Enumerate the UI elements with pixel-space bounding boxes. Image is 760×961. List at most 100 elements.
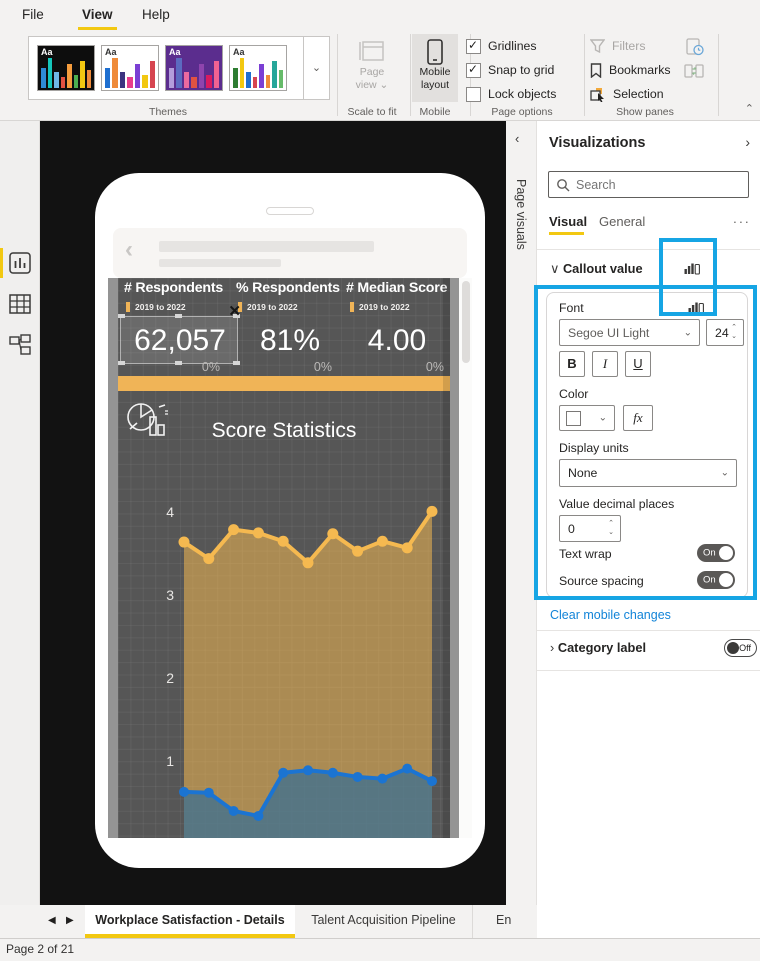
snap-to-grid-checkbox-row[interactable]: ✓ Snap to grid <box>466 61 578 79</box>
view-sidebar <box>0 121 40 905</box>
report-canvas: ‹ # Respondents % Respondents # Median S… <box>40 121 506 905</box>
report-view-icon[interactable] <box>9 252 31 274</box>
page-visuals-label: Page visuals <box>514 179 528 250</box>
performance-analyzer-icon <box>686 38 704 56</box>
font-label: Font <box>559 301 584 315</box>
color-dropdown[interactable]: ⌄ <box>559 405 615 431</box>
page-view-button[interactable]: Page view ⌄ <box>340 34 404 102</box>
clear-mobile-changes-link[interactable]: Clear mobile changes <box>550 608 671 622</box>
menu-help[interactable]: Help <box>138 0 174 30</box>
text-wrap-toggle[interactable]: On <box>697 544 735 562</box>
font-size-stepper[interactable]: 24 ⌃⌄ <box>706 319 744 346</box>
text-wrap-label: Text wrap <box>559 547 612 561</box>
ribbon-collapse-chevron-icon[interactable]: ⌃ <box>745 102 754 115</box>
selection-pane-button[interactable]: Selection <box>590 85 664 103</box>
page-options-group-label: Page options <box>466 106 578 118</box>
next-page-arrow-icon[interactable]: ▶ <box>66 915 74 926</box>
theme-thumbnail[interactable]: Aa <box>165 45 223 91</box>
search-box[interactable] <box>548 171 749 198</box>
page-tab[interactable]: En <box>473 905 537 938</box>
chevron-down-icon: ∨ <box>550 261 559 276</box>
mobile-format-icon <box>688 299 704 315</box>
menu-file[interactable]: File <box>18 0 48 30</box>
more-options-icon[interactable]: · · · <box>733 214 748 229</box>
search-input[interactable] <box>576 173 744 196</box>
phone-header-skeleton: ‹ <box>113 228 467 278</box>
lock-objects-checkbox-row[interactable]: ✓ Lock objects <box>466 85 578 103</box>
themes-gallery[interactable]: AaAaAaAa ⌄ <box>28 36 330 100</box>
sync-slicers-icon <box>684 62 704 80</box>
model-view-icon[interactable] <box>9 334 31 356</box>
underline-button[interactable]: U <box>625 351 651 377</box>
gridlines-checkbox-row[interactable]: ✓ Gridlines <box>466 37 578 55</box>
theme-thumbnail[interactable]: Aa <box>37 45 95 91</box>
category-label-section-header[interactable]: › Category label <box>550 640 646 655</box>
chevron-down-icon: ⌄ <box>684 327 692 338</box>
bookmarks-pane-button[interactable]: Bookmarks <box>590 61 671 79</box>
ribbon-divider <box>337 34 338 116</box>
display-units-dropdown[interactable]: None⌄ <box>559 459 737 487</box>
fx-button[interactable]: fx <box>623 405 653 431</box>
chevron-down-icon: ⌄ <box>721 468 729 479</box>
ribbon-divider <box>410 34 411 116</box>
italic-button[interactable]: I <box>592 351 618 377</box>
phone-speaker <box>266 207 314 215</box>
active-view-indicator <box>0 248 3 278</box>
phone-mockup: ‹ # Respondents % Respondents # Median S… <box>95 173 485 868</box>
callout-value-section-header[interactable]: ∨ Callout value <box>550 261 643 277</box>
color-label: Color <box>559 387 588 401</box>
ribbon: AaAaAaAa ⌄ Themes Page view ⌄ Scale to f… <box>0 30 760 121</box>
page-indicator: Page 2 of 21 <box>6 942 74 956</box>
page-visuals-strip: ‹ Page visuals <box>506 121 537 905</box>
source-spacing-toggle[interactable]: On <box>697 571 735 589</box>
callout-value-card: Font Segoe UI Light⌄ 24 ⌃⌄ B I U Color ⌄… <box>546 292 748 598</box>
lock-objects-checkbox[interactable]: ✓ <box>466 87 481 102</box>
bold-button[interactable]: B <box>559 351 585 377</box>
menu-bar: File View Help <box>0 0 760 30</box>
phone-scrollbar-thumb[interactable] <box>462 281 470 363</box>
pane-title: Visualizations <box>549 135 645 151</box>
spinner-arrows-icon[interactable]: ⌃⌄ <box>606 519 616 537</box>
chevron-down-icon: ⌄ <box>599 413 607 424</box>
chevron-right-icon: › <box>550 640 554 655</box>
font-family-dropdown[interactable]: Segoe UI Light⌄ <box>559 319 700 346</box>
snap-to-grid-checkbox[interactable]: ✓ <box>466 63 481 78</box>
canvas-edge-shade <box>443 278 450 838</box>
title-placeholder <box>159 241 374 252</box>
themes-group-label: Themes <box>98 106 238 118</box>
y-axis-tick: 3 <box>148 587 174 603</box>
decimal-places-stepper[interactable]: 0 ⌃⌄ <box>559 515 621 542</box>
scale-to-fit-group-label: Scale to fit <box>338 106 406 118</box>
spinner-arrows-icon[interactable]: ⌃⌄ <box>729 323 739 341</box>
active-tab-underline <box>549 232 584 235</box>
collapse-pane-chevron-icon[interactable]: ‹ <box>515 131 519 146</box>
y-axis-tick: 2 <box>148 670 174 686</box>
prev-page-arrow-icon[interactable]: ◀ <box>48 915 56 926</box>
bookmark-icon <box>590 63 602 78</box>
menu-view[interactable]: View <box>78 0 117 30</box>
phone-back-chevron-icon[interactable]: ‹ <box>125 236 133 264</box>
decimal-places-label: Value decimal places <box>559 497 674 511</box>
subtitle-placeholder <box>159 259 281 267</box>
data-view-icon[interactable] <box>9 293 31 315</box>
page-tab[interactable]: Workplace Satisfaction - Details <box>85 905 295 938</box>
visualizations-pane: Visualizations › Visual General · · · ∨ … <box>537 121 760 938</box>
category-label-toggle[interactable]: Off <box>724 639 757 657</box>
phone-scrollbar-track[interactable] <box>459 278 472 838</box>
themes-expand-chevron-icon[interactable]: ⌄ <box>303 37 329 99</box>
ribbon-divider <box>584 34 585 116</box>
theme-thumbnail[interactable]: Aa <box>101 45 159 91</box>
filters-pane-button: Filters <box>590 37 645 55</box>
mobile-layout-canvas[interactable]: # Respondents % Respondents # Median Sco… <box>118 278 450 838</box>
mobile-group-label: Mobile <box>404 106 466 118</box>
tab-general[interactable]: General <box>599 214 645 229</box>
mobile-layout-button[interactable]: Mobile layout <box>412 34 458 102</box>
search-icon <box>556 178 570 192</box>
tab-visual[interactable]: Visual <box>549 214 587 229</box>
page-tab[interactable]: Talent Acquisition Pipeline <box>295 905 473 938</box>
mobile-layout-icon <box>427 39 443 65</box>
pane-collapse-chevron-icon[interactable]: › <box>745 134 750 150</box>
gridlines-checkbox[interactable]: ✓ <box>466 39 481 54</box>
show-panes-group-label: Show panes <box>590 106 700 118</box>
theme-thumbnail[interactable]: Aa <box>229 45 287 91</box>
